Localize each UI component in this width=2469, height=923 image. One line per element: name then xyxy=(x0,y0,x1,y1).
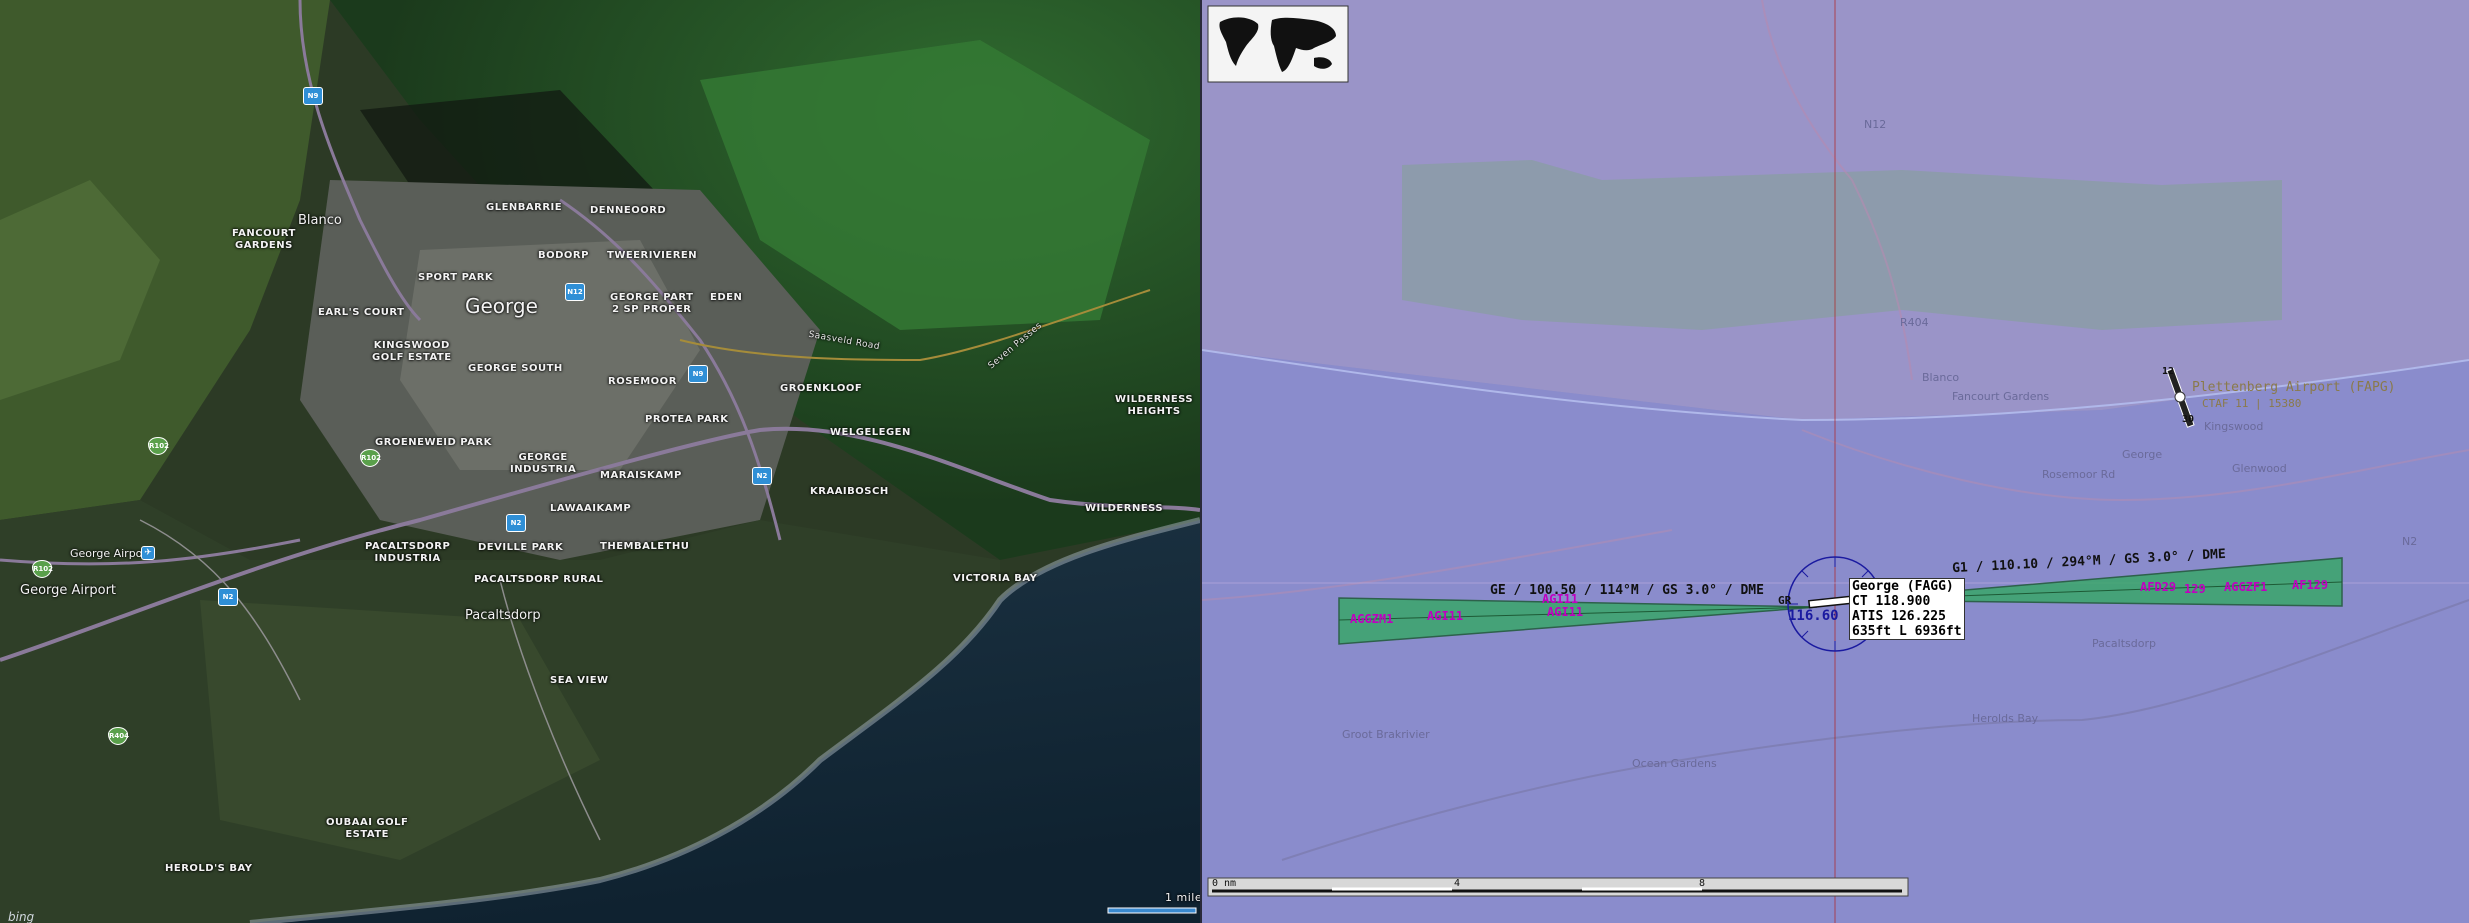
scale-label-start: 0 nm xyxy=(1212,878,1237,889)
airport-info-box[interactable]: George (FAGG) CT 118.900 ATIS 126.225 63… xyxy=(1849,578,1965,640)
label-wilderness: WILDERNESS xyxy=(1085,503,1164,514)
satellite-imagery: bing xyxy=(0,0,1200,923)
scale-label-mid: 4 xyxy=(1454,878,1461,889)
bing-logo: bing xyxy=(8,910,35,923)
label-groeneweid-park: GROENEWEID PARK xyxy=(375,437,492,448)
bg-label-blanco: Blanco xyxy=(1922,371,1960,384)
runway-end-label: 30 xyxy=(2182,414,2195,425)
bg-label-pacaltsdorp: Pacaltsdorp xyxy=(2092,637,2156,650)
airport-elevation-length: 635ft L 6936ft xyxy=(1852,624,1962,639)
plettenberg-airport-info: CTAF 11 | 15380 xyxy=(2202,397,2302,410)
fix-agi11[interactable]: AGI11 xyxy=(1542,592,1578,606)
fix-aggzm1[interactable]: AGGZM1 xyxy=(1350,612,1393,626)
label-protea-park: PROTEA PARK xyxy=(645,414,729,425)
label-george: George xyxy=(465,294,538,318)
satellite-map-pane[interactable]: bing George Blanco Pacaltsdorp George Ai… xyxy=(0,0,1200,923)
fix-af129[interactable]: AF129 xyxy=(2292,578,2328,592)
plettenberg-airport-label[interactable]: Plettenberg Airport (FAPG) xyxy=(2192,380,2396,395)
label-george-south: GEORGE SOUTH xyxy=(468,363,563,374)
bg-road-r404: R404 xyxy=(1900,316,1929,329)
vor-ident[interactable]: GR xyxy=(1778,594,1791,607)
route-shield-n9: N9 xyxy=(688,365,708,383)
label-george-part: GEORGE PART 2 SP PROPER xyxy=(610,292,694,315)
label-earls-court: EARL'S COURT xyxy=(318,307,405,318)
route-shield-n12: N12 xyxy=(565,283,585,301)
label-tweerivieren: TWEERIVIEREN xyxy=(607,250,698,261)
label-george-industria: GEORGE INDUSTRIA xyxy=(510,452,577,475)
fix-agi11[interactable]: AGI11 xyxy=(1427,609,1463,623)
label-herolds-bay: HEROLD'S BAY xyxy=(165,863,253,874)
label-deville-park: DEVILLE PARK xyxy=(478,542,564,553)
label-pacaltsdorp-rural: PACALTSDORP RURAL xyxy=(474,574,604,585)
label-sport-park: SPORT PARK xyxy=(418,272,494,283)
route-shield-n2: N2 xyxy=(752,467,772,485)
label-glenbarrie: GLENBARRIE xyxy=(486,202,563,213)
fix-afd29[interactable]: AFD29 xyxy=(2140,580,2176,594)
label-eden: EDEN xyxy=(710,292,743,303)
label-thembalethu: THEMBALETHU xyxy=(600,541,690,552)
bg-label-herolds-bay: Herolds Bay xyxy=(1972,712,2039,725)
label-groenkloof: GROENKLOOF xyxy=(780,383,863,394)
airport-icon: ✈ xyxy=(141,546,155,560)
label-bodorp: BODORP xyxy=(538,250,589,261)
bg-label-ocean-gardens: Ocean Gardens xyxy=(1632,757,1717,770)
label-kingswood: KINGSWOOD GOLF ESTATE xyxy=(372,340,452,363)
airport-atis-frequency: ATIS 126.225 xyxy=(1852,609,1946,624)
label-kraaibosch: KRAAIBOSCH xyxy=(810,486,889,497)
label-pacaltsdorp-industria: PACALTSDORP INDUSTRIA xyxy=(365,541,451,564)
vor-frequency[interactable]: 116.60 xyxy=(1788,608,1839,624)
airport-name: George (FAGG) xyxy=(1852,579,1954,594)
route-shield-n2: N2 xyxy=(506,514,526,532)
label-blanco: Blanco xyxy=(298,213,342,228)
label-george-airport-marker: George Airport xyxy=(70,547,152,560)
label-lawaaikamp: LAWAAIKAMP xyxy=(550,503,632,514)
label-sea-view: SEA VIEW xyxy=(550,675,609,686)
label-denneoord: DENNEOORD xyxy=(590,205,667,216)
bg-label-glenwood: Glenwood xyxy=(2232,462,2287,475)
fix-aggzf1[interactable]: AGGZF1 xyxy=(2224,580,2267,594)
label-pacaltsdorp: Pacaltsdorp xyxy=(465,608,541,623)
bg-road-n12: N12 xyxy=(1864,118,1887,131)
overview-world-map[interactable] xyxy=(1208,6,1348,82)
label-fancourt-gardens: FANCOURT GARDENS xyxy=(232,228,296,251)
label-victoria-bay: VICTORIA BAY xyxy=(953,573,1038,584)
airport-ct-frequency: CT 118.900 xyxy=(1852,594,1931,609)
label-wilderness-heights: WILDERNESS HEIGHTS xyxy=(1115,394,1194,417)
ils-label-west[interactable]: GE / 100.50 / 114°M / GS 3.0° / DME xyxy=(1490,583,1764,598)
label-oubaai: OUBAAI GOLF ESTATE xyxy=(326,817,409,840)
bg-label-kingswood: Kingswood xyxy=(2204,420,2264,433)
label-rosemoor: ROSEMOOR xyxy=(608,376,677,387)
route-shield-n9: N9 xyxy=(303,87,323,105)
bg-road-n2: N2 xyxy=(2402,535,2418,548)
fix-129[interactable]: 129 xyxy=(2184,582,2206,596)
scale-label-end: 8 xyxy=(1699,878,1706,889)
label-welgelegen: WELGELEGEN xyxy=(830,427,911,438)
label-maraiskamp: MARAISKAMP xyxy=(600,470,682,481)
bg-label-george: George xyxy=(2122,448,2163,461)
navigation-map-pane[interactable]: Fancourt Gardens George Pacaltsdorp Blan… xyxy=(1202,0,2469,923)
bg-label-groot-brakrivier: Groot Brakrivier xyxy=(1342,728,1430,741)
label-george-airport-area: George Airport xyxy=(20,583,117,598)
fix-agi11[interactable]: AGI11 xyxy=(1547,605,1583,619)
bg-label-fancourt-gardens: Fancourt Gardens xyxy=(1952,390,2050,403)
bg-label-rosemoor: Rosemoor Rd xyxy=(2042,468,2116,481)
route-shield-n2: N2 xyxy=(218,588,238,606)
map-scale-label: 1 mile xyxy=(1165,891,1200,904)
runway-end-label: 12 xyxy=(2162,366,2175,377)
